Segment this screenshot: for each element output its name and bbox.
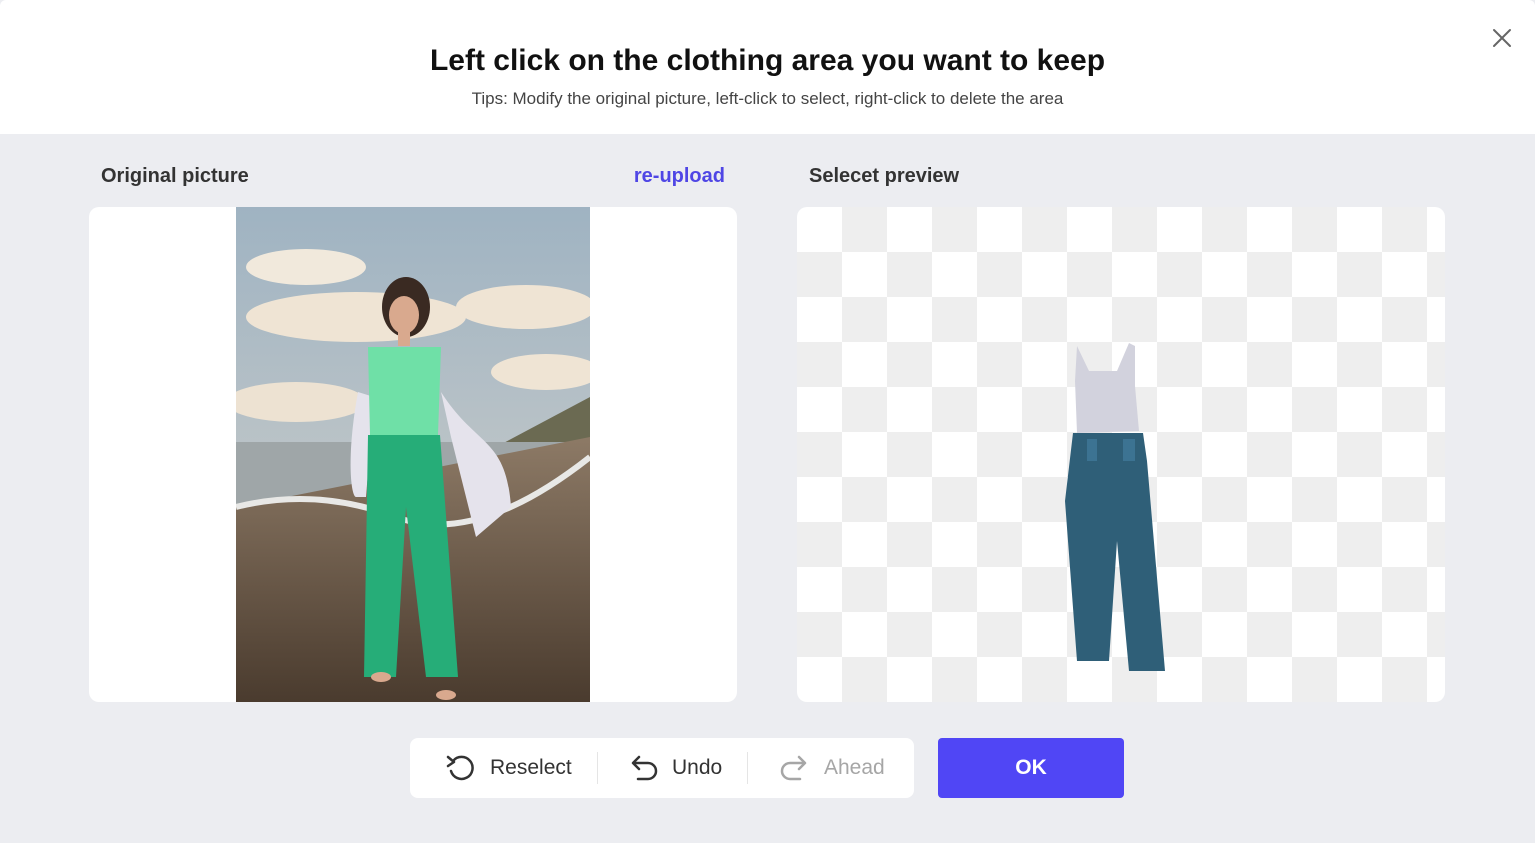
ok-button[interactable]: OK	[938, 738, 1124, 798]
reupload-link[interactable]: re-upload	[600, 165, 725, 188]
original-photo[interactable]	[236, 207, 590, 702]
ahead-button[interactable]: Ahead	[778, 738, 885, 798]
modal-title: Left click on the clothing area you want…	[429, 44, 1106, 77]
undo-icon	[631, 755, 658, 781]
close-icon[interactable]	[1486, 22, 1518, 54]
original-picture-label: Original picture	[101, 165, 249, 187]
reselect-label: Reselect	[490, 756, 572, 779]
original-picture-panel[interactable]	[89, 207, 737, 702]
edit-toolbar: Reselect Undo Ahead	[410, 738, 914, 798]
reselect-icon	[446, 755, 474, 781]
toolbar-divider	[597, 752, 598, 784]
ahead-label: Ahead	[824, 756, 885, 779]
reselect-button[interactable]: Reselect	[444, 738, 572, 798]
select-preview-label: Selecet preview	[809, 165, 960, 187]
undo-button[interactable]: Undo	[626, 738, 722, 798]
undo-label: Undo	[672, 756, 723, 779]
toolbar-divider	[747, 752, 748, 784]
modal-header: Left click on the clothing area you want…	[0, 0, 1535, 134]
modal-tips: Tips: Modify the original picture, left-…	[471, 89, 1064, 108]
select-preview-panel	[797, 207, 1445, 702]
clothing-cutout	[1057, 341, 1177, 686]
redo-icon	[780, 755, 807, 781]
